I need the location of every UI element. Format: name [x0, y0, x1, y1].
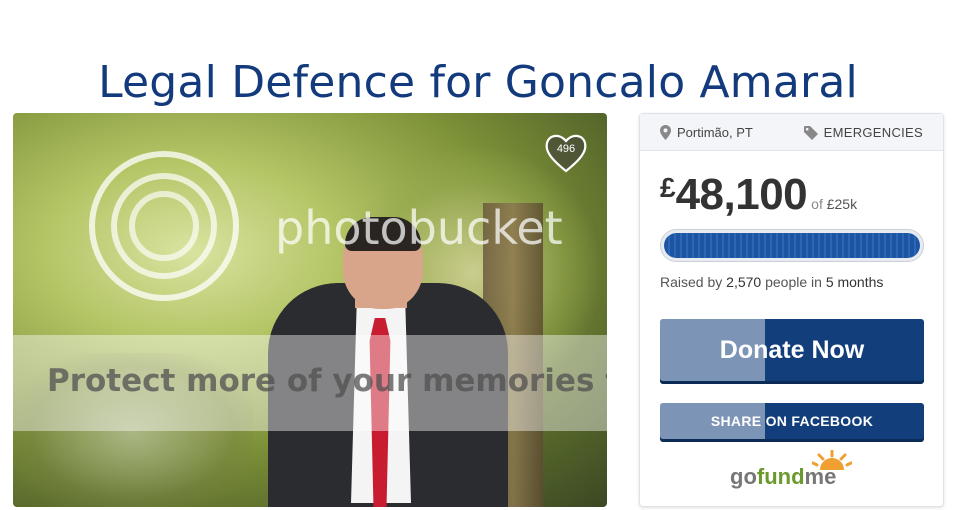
heart-count: 496: [556, 143, 576, 155]
donate-button[interactable]: Donate Now: [660, 319, 924, 381]
tag-icon: [803, 125, 818, 140]
goal: of £25k: [811, 196, 857, 212]
raised-prefix: Raised by: [660, 274, 723, 290]
currency-symbol: £: [660, 172, 676, 203]
location-text: Portimão, PT: [677, 125, 753, 140]
category-text: EMERGENCIES: [823, 125, 923, 140]
donation-card: Portimão, PT EMERGENCIES £48,100 of £25k …: [639, 113, 944, 507]
share-label: SHARE ON FACEBOOK: [710, 413, 874, 429]
raised-count: 2,570: [726, 274, 762, 290]
raised-mid: people in: [765, 274, 822, 290]
brand-go: go: [730, 464, 757, 489]
donate-label: Donate Now: [719, 336, 865, 364]
raised-duration: 5 months: [825, 274, 884, 290]
page-title: Legal Defence for Goncalo Amaral: [98, 57, 858, 109]
progress-bar: [660, 229, 924, 262]
map-pin-icon: [660, 125, 671, 140]
location: Portimão, PT: [660, 125, 753, 140]
gofundme-sun-icon: [812, 450, 852, 470]
amount-value: 48,100: [675, 170, 808, 219]
watermark-text: Protect more of your memories for less!: [47, 363, 607, 399]
gofundme-logo[interactable]: gofundme: [730, 450, 852, 490]
progress-fill: [664, 233, 920, 258]
watermark-brand: photobucket: [275, 201, 563, 255]
card-header: Portimão, PT EMERGENCIES: [640, 114, 943, 151]
category[interactable]: EMERGENCIES: [803, 125, 923, 140]
amount-raised: £48,100 of £25k: [660, 170, 857, 220]
raised-summary: Raised by 2,570 people in 5 months: [660, 274, 883, 290]
brand-fund: fund: [756, 464, 805, 489]
share-facebook-button[interactable]: SHARE ON FACEBOOK: [660, 403, 924, 439]
campaign-photo[interactable]: photobucket Protect more of your memorie…: [13, 113, 607, 507]
goal-prefix: of: [811, 196, 823, 212]
photobucket-logo-icon: [89, 151, 239, 301]
goal-value: £25k: [826, 196, 858, 212]
